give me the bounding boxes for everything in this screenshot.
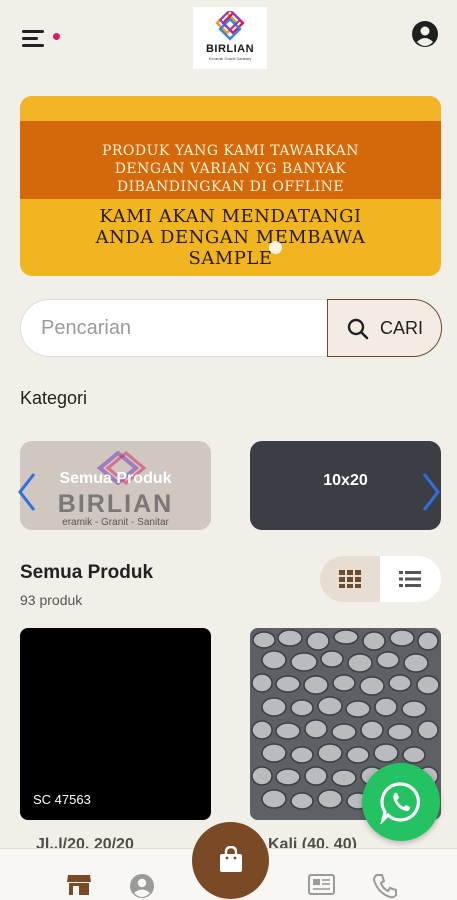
category-label: 10x20: [323, 472, 368, 489]
notification-dot: [53, 33, 60, 40]
store-icon: [67, 875, 91, 895]
list-icon: [399, 571, 421, 587]
account-icon: [412, 21, 438, 47]
brand-logo[interactable]: BIRLIAN Keramik Granit Sanitary: [193, 7, 267, 69]
search-button-label: CARI: [380, 318, 424, 338]
cart-button[interactable]: [192, 822, 269, 899]
nav-store[interactable]: [66, 873, 94, 899]
grid-icon: [339, 570, 361, 588]
newspaper-icon: [308, 874, 335, 895]
nav-profile[interactable]: [129, 873, 157, 899]
products-title: Semua Produk: [20, 562, 154, 583]
profile-icon: [130, 874, 154, 898]
banner-pager-dot[interactable]: [269, 241, 282, 254]
whatsapp-icon: [380, 782, 421, 824]
category-card-all[interactable]: BIRLIAN eramik - Granit - Sanitar Semua …: [20, 441, 211, 530]
menu-button[interactable]: [20, 24, 62, 48]
banner-text-bottom: KAMI AKAN MENDATANGI ANDA DENGAN MEMBAWA…: [95, 206, 366, 269]
shopping-bag-icon: [220, 846, 242, 872]
logo-brand-text: BIRLIAN: [205, 43, 255, 55]
nav-contact[interactable]: [372, 873, 400, 899]
search-icon: [347, 318, 369, 340]
phone-icon: [372, 874, 397, 899]
promo-banner[interactable]: PRODUK YANG KAMI TAWARKAN DENGAN VARIAN …: [20, 96, 441, 276]
logo-tagline: Keramik Granit Sanitary: [208, 56, 252, 61]
search-button[interactable]: CARI: [327, 299, 442, 357]
chevron-right-icon[interactable]: [420, 470, 442, 514]
grid-view-button[interactable]: [320, 556, 380, 602]
category-card-10x20[interactable]: 10x20: [250, 441, 441, 530]
banner-text-top: PRODUK YANG KAMI TAWARKAN DENGAN VARIAN …: [101, 143, 360, 195]
search-bar: Pencarian CARI: [20, 299, 442, 357]
whatsapp-button[interactable]: [362, 763, 440, 841]
account-button[interactable]: [411, 20, 439, 48]
product-code: SC 47563: [33, 792, 91, 807]
nav-news[interactable]: [306, 873, 335, 899]
top-bar: BIRLIAN Keramik Granit Sanitary: [0, 0, 457, 80]
category-watermark-sub: eramik - Granit - Sanitar: [62, 517, 169, 528]
category-label: Semua Produk: [59, 470, 172, 487]
menu-icon: [22, 30, 44, 33]
product-card[interactable]: SC 47563: [20, 628, 211, 820]
categories-title: Kategori: [20, 388, 88, 408]
search-input[interactable]: Pencarian: [41, 317, 131, 340]
view-toggle: [320, 556, 441, 602]
category-watermark: BIRLIAN: [57, 490, 174, 518]
chevron-left-icon[interactable]: [16, 470, 38, 514]
logo-diamond-icon: [215, 11, 245, 41]
products-count: 93 produk: [20, 592, 83, 608]
